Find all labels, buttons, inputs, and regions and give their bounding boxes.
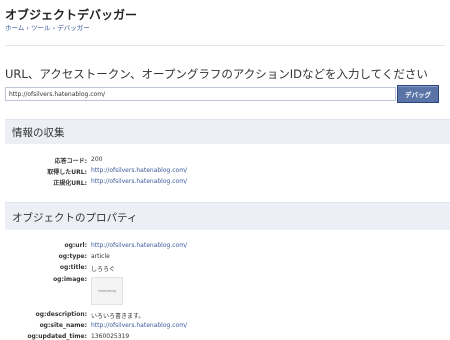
og-site-name-link[interactable]: http://ofsilvers.hatenablog.com/ — [91, 322, 187, 329]
property-value: しろろぐ — [91, 266, 116, 273]
property-value: いろいろ書きます。 — [91, 313, 145, 320]
debug-button[interactable]: デバッグ — [397, 85, 439, 103]
section-title: オブジェクトのプロパティ — [12, 212, 138, 224]
property-label: og:description: — [35, 311, 87, 318]
property-label: og:type: — [58, 253, 87, 260]
canonical-url-link[interactable]: http://ofsilvers.hatenablog.com/ — [91, 178, 187, 185]
property-label: og:url: — [64, 242, 87, 249]
header-divider — [5, 45, 445, 46]
property-value: article — [91, 253, 110, 260]
info-label: 応答コード: — [54, 158, 87, 165]
info-label: 正規化URL: — [53, 180, 87, 187]
breadcrumb[interactable]: ホーム › ツール › デバッガー — [5, 22, 90, 32]
url-input[interactable] — [5, 87, 396, 101]
section-scraped-info: 情報の収集 — [5, 119, 450, 144]
property-label: og:site_name: — [39, 322, 87, 329]
og-image-logo: hatenablog — [97, 289, 117, 293]
property-label: og:title: — [59, 264, 87, 271]
property-label: og:image: — [53, 276, 87, 283]
section-object-properties: オブジェクトのプロパティ — [5, 202, 450, 230]
info-value: 200 — [91, 156, 103, 163]
input-prompt: URL、アクセストークン、オープングラフのアクションIDなどを入力してください — [5, 67, 428, 81]
og-url-link[interactable]: http://ofsilvers.hatenablog.com/ — [91, 242, 187, 249]
page-title: オブジェクトデバッガー — [5, 8, 138, 22]
info-label: 取得したURL: — [47, 169, 87, 176]
og-image-thumbnail: hatenablog — [91, 277, 123, 305]
section-title: 情報の収集 — [12, 127, 65, 139]
fetched-url-link[interactable]: http://ofsilvers.hatenablog.com/ — [91, 167, 187, 174]
